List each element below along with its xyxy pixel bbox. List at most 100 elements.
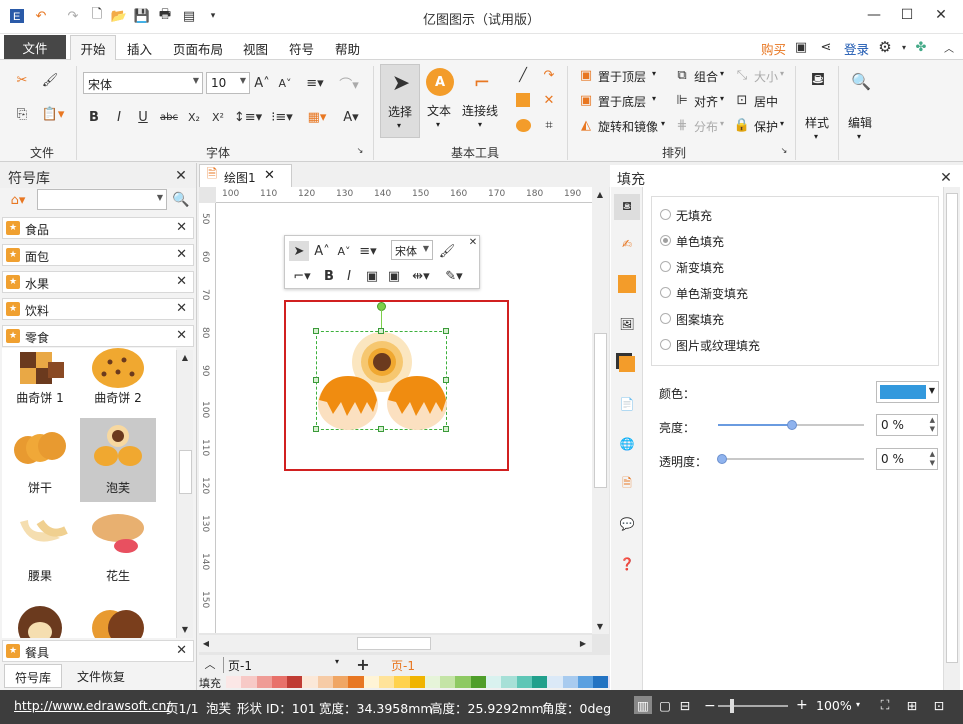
bring-front-icon[interactable]: ▣	[363, 266, 381, 286]
buy-link[interactable]: 购买	[755, 38, 792, 59]
group-button[interactable]: 组合	[694, 68, 718, 85]
zoom-level[interactable]: 100%	[816, 698, 852, 713]
bullets-icon[interactable]: ⁝≡▾	[268, 107, 296, 127]
align-chevron-icon[interactable]: ▾	[720, 94, 724, 103]
resize-handle[interactable]	[378, 426, 384, 432]
website-link[interactable]: http://www.edrawsoft.cn/	[14, 698, 171, 713]
fill-bucket-icon[interactable]: ⛾	[614, 194, 640, 220]
protect-button[interactable]: 保护	[754, 118, 778, 135]
font-size-select[interactable]: 10 ▼	[206, 72, 250, 94]
ellipse-tool-icon[interactable]	[514, 116, 532, 134]
font-grow-icon[interactable]: A˄	[253, 73, 271, 93]
spin-up-icon[interactable]: ▲	[930, 416, 935, 424]
ribbon-collapse-icon[interactable]: ︿	[940, 38, 958, 56]
distribute-button[interactable]: 分布	[694, 118, 718, 135]
strikethrough-button[interactable]: abc	[158, 107, 180, 127]
bold-button[interactable]: B	[85, 107, 103, 127]
document-tab[interactable]: 🗎 绘图1 ✕	[199, 164, 292, 187]
pointer-icon[interactable]: ➤	[289, 241, 309, 261]
shadow-icon[interactable]	[617, 274, 637, 294]
hyperlink-globe-icon[interactable]: 🌐	[617, 434, 637, 454]
library-category-tableware[interactable]: ★ 餐具 ✕	[2, 640, 194, 662]
shape-peanut[interactable]: 花生	[80, 510, 156, 594]
resize-handle[interactable]	[313, 377, 319, 383]
close-icon[interactable]: ✕	[176, 328, 187, 343]
image-icon[interactable]: 🖼	[617, 314, 637, 334]
font-dialog-launcher-icon[interactable]: ↘	[355, 144, 365, 156]
library-category-snacks[interactable]: ★ 零食 ✕	[2, 325, 194, 347]
transparency-slider[interactable]	[718, 458, 864, 460]
format-painter-icon[interactable]: 🖌	[437, 241, 457, 261]
library-category-bread[interactable]: ★ 面包 ✕	[2, 244, 194, 266]
arrange-dialog-launcher-icon[interactable]: ↘	[779, 144, 789, 156]
line-tool-icon[interactable]: ╱	[514, 66, 532, 84]
tab-page-layout[interactable]: 页面布局	[167, 38, 229, 59]
scrollbar-thumb[interactable]	[946, 193, 958, 663]
align-icon[interactable]: ≡▾	[302, 73, 328, 93]
arc-tool-icon[interactable]: ↷	[540, 66, 558, 84]
chevron-up-icon[interactable]: ︿	[203, 657, 217, 671]
scroll-up-icon[interactable]: ▲	[180, 352, 190, 362]
cross-tool-icon[interactable]: ✕	[540, 91, 558, 109]
floating-font-select[interactable]: 宋体 ▼	[391, 240, 433, 260]
size-chevron-icon[interactable]: ▾	[780, 69, 784, 78]
edit-shape-icon[interactable]: ✎▾	[441, 266, 467, 286]
rotate-button[interactable]: 旋转和镜像	[598, 118, 658, 135]
size-button[interactable]: 大小	[754, 68, 778, 85]
spin-down-icon[interactable]: ▼	[930, 425, 935, 433]
font-family-select[interactable]: 宋体 ▼	[83, 72, 203, 94]
scroll-left-icon[interactable]: ◀	[201, 638, 211, 648]
share-icon[interactable]: ⋖	[817, 38, 835, 56]
zoom-slider[interactable]	[718, 705, 788, 707]
resize-handle[interactable]	[443, 377, 449, 383]
close-icon[interactable]: ✕	[176, 274, 187, 289]
tab-file-recovery[interactable]: 文件恢复	[66, 664, 136, 688]
canvas-horizontal-scrollbar[interactable]: ◀ ▶	[199, 635, 592, 652]
resize-handle[interactable]	[313, 328, 319, 334]
library-category-drinks[interactable]: ★ 饮料 ✕	[2, 298, 194, 320]
scrollbar-thumb[interactable]	[357, 637, 431, 650]
scroll-down-icon[interactable]: ▼	[595, 621, 605, 631]
group-chevron-icon[interactable]: ▾	[720, 69, 724, 78]
layer-icon[interactable]	[617, 354, 637, 374]
italic-button[interactable]: I	[110, 107, 128, 127]
gallery-scrollbar[interactable]: ▲ ▼	[176, 350, 193, 638]
zoom-in-icon[interactable]: +	[796, 697, 808, 713]
send-back-button[interactable]: 置于底层	[598, 93, 646, 110]
help-icon[interactable]: ❓	[617, 554, 637, 574]
select-tool-button[interactable]: ➤ 选择 ▾	[380, 64, 420, 138]
text-highlight-icon[interactable]: ▦▾	[303, 107, 331, 127]
screenshot-icon[interactable]: ▣	[792, 38, 810, 56]
fullscreen-icon[interactable]: ⛶	[876, 696, 894, 714]
tab-home[interactable]: 开始	[70, 35, 116, 61]
resize-handle[interactable]	[443, 426, 449, 432]
bold-icon[interactable]: B	[321, 266, 337, 286]
copy-icon[interactable]: ⎘	[12, 104, 32, 124]
login-link[interactable]: 登录	[838, 38, 875, 59]
tab-symbol-library[interactable]: 符号库	[4, 664, 62, 688]
note-icon[interactable]: 🗎	[617, 474, 637, 494]
spin-up-icon[interactable]: ▲	[930, 450, 935, 458]
fill-option-pattern[interactable]: 图案填充	[660, 311, 724, 328]
bring-front-button[interactable]: 置于顶层	[598, 68, 646, 85]
scroll-up-icon[interactable]: ▲	[595, 189, 605, 199]
shape-cookie-1[interactable]: 曲奇饼 1	[2, 348, 78, 432]
tab-view[interactable]: 视图	[237, 38, 274, 59]
fill-panel-scrollbar[interactable]	[943, 187, 960, 690]
paste-icon[interactable]: 📋▾	[40, 104, 66, 124]
crop-tool-icon[interactable]: ⌗	[540, 116, 558, 134]
close-icon[interactable]: ✕	[176, 301, 187, 316]
library-category-fruit[interactable]: ★ 水果 ✕	[2, 271, 194, 293]
format-painter-icon[interactable]: 🖌	[40, 70, 60, 90]
brightness-input[interactable]: 0 % ▲ ▼	[876, 414, 938, 436]
tab-help[interactable]: 帮助	[329, 38, 366, 59]
edit-button[interactable]: 🔍 编辑 ▾	[843, 66, 879, 146]
underline-button[interactable]: U	[134, 107, 152, 127]
comment-icon[interactable]: 💬	[617, 514, 637, 534]
line-style-icon[interactable]: ✍	[617, 234, 637, 254]
settings-gear-icon[interactable]: ⚙	[876, 38, 894, 56]
scroll-right-icon[interactable]: ▶	[578, 638, 588, 648]
shape-cashew[interactable]: 腰果	[2, 510, 78, 594]
italic-icon[interactable]: I	[341, 266, 357, 286]
canvas-vertical-scrollbar[interactable]: ▲ ▼	[592, 187, 609, 634]
